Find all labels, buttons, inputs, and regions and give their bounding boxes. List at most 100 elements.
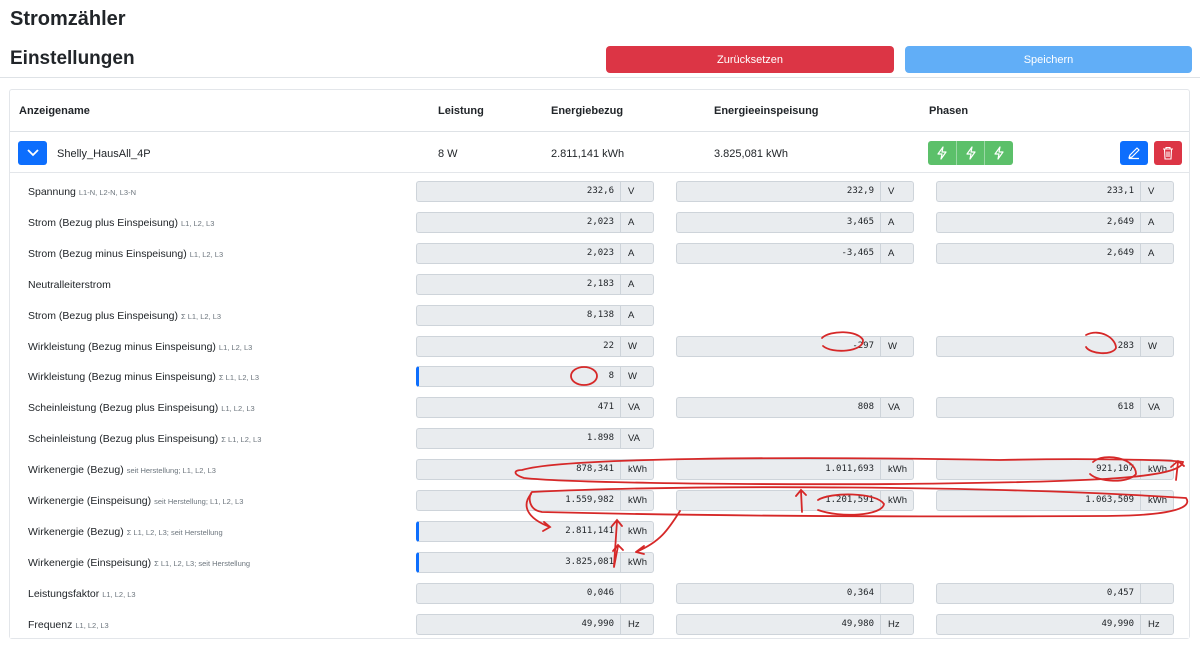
value-field-l1: 0,046	[416, 583, 654, 604]
value-field-l1: 1.559,982 kWh	[416, 490, 654, 511]
phase-l3-button[interactable]	[985, 141, 1014, 165]
save-button[interactable]: Speichern	[905, 46, 1192, 73]
value-field-l2: 3,465 A	[676, 212, 914, 233]
chevron-down-icon	[26, 149, 39, 157]
unit-label: V	[880, 181, 914, 202]
unit-label: VA	[620, 428, 654, 449]
value-readout: 3.825,081	[416, 552, 620, 573]
unit-label: V	[1140, 181, 1174, 202]
measurement-row: Wirkenergie (Bezug) seit Herstellung; L1,…	[0, 459, 1200, 481]
value-field-l1: 49,990 Hz	[416, 614, 654, 635]
unit-label: kWh	[880, 459, 914, 480]
value-readout: 2,649	[936, 243, 1140, 264]
column-header-name: Anzeigename	[19, 105, 90, 117]
value-field-l3: 618 VA	[936, 397, 1174, 418]
value-readout: 0,364	[676, 583, 880, 604]
measurement-row: Spannung L1-N, L2-N, L3-N 232,6 V 232,9 V 233,…	[0, 181, 1200, 203]
unit-label	[620, 583, 654, 604]
measurement-row: Frequenz L1, L2, L3 49,990 Hz 49,980 Hz 49,990…	[0, 614, 1200, 636]
measurement-sublabel: L1, L2, L3	[189, 250, 224, 259]
measurement-row: Strom (Bezug plus Einspeisung) Σ L1, L2, …	[0, 305, 1200, 327]
value-readout: -3,465	[676, 243, 880, 264]
value-field-l3: 283 W	[936, 336, 1174, 357]
measurement-label: Scheinleistung (Bezug plus Einspeisung) Σ…	[28, 433, 261, 445]
measurement-label-text: Leistungsfaktor	[28, 588, 100, 600]
unit-label: A	[1140, 212, 1174, 233]
phase-l2-button[interactable]	[956, 141, 986, 165]
measurement-label-text: Neutralleiterstrom	[28, 279, 111, 291]
value-readout: 2,649	[936, 212, 1140, 233]
value-field-l1: 2.811,141 kWh	[416, 521, 654, 542]
unit-label: kWh	[880, 490, 914, 511]
value-readout: 49,990	[936, 614, 1140, 635]
measurement-row: Wirkleistung (Bezug minus Einspeisung) Σ …	[0, 366, 1200, 388]
measurement-label-text: Wirkenergie (Einspeisung)	[28, 495, 152, 507]
value-readout: 1.063,509	[936, 490, 1140, 511]
unit-label	[880, 583, 914, 604]
measurement-row: Neutralleiterstrom 2,183 A	[0, 274, 1200, 296]
measurement-label: Wirkleistung (Bezug minus Einspeisung) L1…	[28, 341, 252, 353]
unit-label: W	[880, 336, 914, 357]
device-import: 2.811,141 kWh	[551, 148, 625, 160]
unit-label: W	[620, 336, 654, 357]
value-field-l3: 2,649 A	[936, 212, 1174, 233]
measurement-label: Wirkenergie (Einspeisung) seit Herstellun…	[28, 495, 243, 507]
measurement-label-text: Wirkenergie (Bezug)	[28, 464, 124, 476]
unit-label: W	[620, 366, 654, 387]
measurement-row: Strom (Bezug plus Einspeisung) L1, L2, L3…	[0, 212, 1200, 234]
measurement-row: Scheinleistung (Bezug plus Einspeisung) Σ…	[0, 428, 1200, 450]
measurement-label: Neutralleiterstrom	[28, 279, 111, 291]
unit-label: V	[620, 181, 654, 202]
value-field-l3: 49,990 Hz	[936, 614, 1174, 635]
phase-buttons	[928, 141, 1014, 165]
value-readout: 22	[416, 336, 620, 357]
unit-label: VA	[880, 397, 914, 418]
edit-button[interactable]	[1120, 141, 1148, 165]
expand-button[interactable]	[18, 141, 47, 165]
header-divider	[0, 77, 1200, 78]
measurement-label-text: Scheinleistung (Bezug plus Einspeisung)	[28, 402, 219, 414]
value-field-l2: 808 VA	[676, 397, 914, 418]
value-field-l1: 8W	[416, 366, 654, 387]
unit-label: Hz	[880, 614, 914, 635]
value-readout: 232,6	[416, 181, 620, 202]
measurement-label: Spannung L1-N, L2-N, L3-N	[28, 186, 136, 198]
app-title: Stromzähler	[10, 8, 126, 30]
delete-button[interactable]	[1154, 141, 1182, 165]
measurement-sublabel: Σ L1, L2, L3	[221, 435, 262, 444]
value-field-l2: 1.201,591 kWh	[676, 490, 914, 511]
measurement-sublabel: L1, L2, L3	[221, 404, 255, 413]
measurement-label: Strom (Bezug plus Einspeisung) L1, L2, L3	[28, 217, 214, 229]
value-field-l1: 232,6 V	[416, 181, 654, 202]
unit-label: kWh	[1140, 459, 1174, 480]
value-field-l3: 0,457	[936, 583, 1174, 604]
measurement-label: Wirkenergie (Bezug) seit Herstellung; L1,…	[28, 464, 216, 476]
unit-label: kWh	[620, 521, 654, 542]
unit-label: A	[880, 212, 914, 233]
device-export: 3.825,081 kWh	[714, 148, 788, 160]
measurement-sublabel: Σ L1, L2, L3; seit Herstellung	[154, 559, 251, 568]
value-readout: 471	[416, 397, 620, 418]
measurement-label: Strom (Bezug plus Einspeisung) Σ L1, L2, …	[28, 310, 221, 322]
value-readout: 3,465	[676, 212, 880, 233]
trash-icon	[1163, 146, 1173, 160]
value-readout: 921,107	[936, 459, 1140, 480]
unit-label: A	[620, 243, 654, 264]
value-readout: 0,457	[936, 583, 1140, 604]
unit-label: A	[880, 243, 914, 264]
measurement-row: Strom (Bezug minus Einspeisung) L1, L2, L…	[0, 243, 1200, 265]
phase-l1-button[interactable]	[928, 141, 957, 165]
measurement-sublabel: L1, L2, L3	[181, 219, 215, 228]
unit-label: A	[620, 274, 654, 295]
value-field-l3: 233,1 V	[936, 181, 1174, 202]
measurement-label: Leistungsfaktor L1, L2, L3	[28, 588, 136, 600]
column-header-phases: Phasen	[929, 105, 969, 117]
lightning-icon	[965, 146, 976, 160]
column-header-export: Energieeinspeisung	[714, 105, 819, 117]
value-readout: 1.011,693	[676, 459, 880, 480]
reset-button[interactable]: Zurücksetzen	[606, 46, 894, 73]
value-field-l1: 2,023 A	[416, 243, 654, 264]
value-readout: 2.811,141	[416, 521, 620, 542]
value-field-l1: 8,138 A	[416, 305, 654, 326]
measurement-row: Scheinleistung (Bezug plus Einspeisung) L…	[0, 397, 1200, 419]
